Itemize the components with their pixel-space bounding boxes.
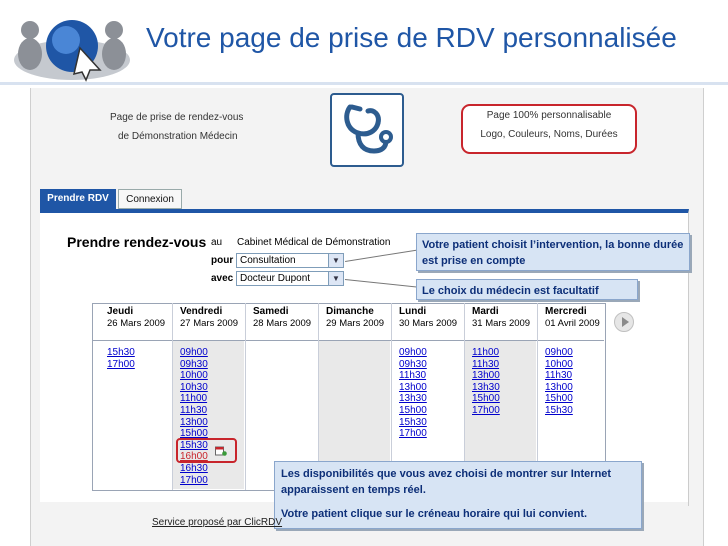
- time-slot[interactable]: 17h00: [180, 475, 208, 487]
- day-name: Jeudi: [107, 306, 134, 317]
- time-slot[interactable]: 10h00: [180, 370, 208, 382]
- service-link[interactable]: Service proposé par ClicRDV: [152, 517, 282, 528]
- time-slot[interactable]: 13h00: [545, 382, 573, 394]
- day-date: 28 Mars 2009: [253, 318, 312, 329]
- doctor-select-value: Docteur Dupont: [240, 273, 311, 284]
- time-slot[interactable]: 13h30: [399, 393, 427, 405]
- cabinet-name: Cabinet Médical de Démonstration: [237, 237, 391, 248]
- time-slot[interactable]: 13h30: [472, 382, 500, 394]
- header-line-1: Page de prise de rendez-vous: [110, 112, 244, 123]
- time-slot[interactable]: 17h00: [399, 428, 427, 440]
- time-slot[interactable]: 11h00: [472, 347, 499, 359]
- day-name: Dimanche: [326, 306, 374, 317]
- tab-connexion[interactable]: Connexion: [118, 189, 182, 209]
- title-divider: [0, 82, 728, 85]
- chevron-down-icon: ▼: [328, 254, 343, 267]
- time-slot[interactable]: 13h00: [472, 370, 500, 382]
- time-slot[interactable]: 15h30: [545, 405, 573, 417]
- pour-label: pour: [211, 255, 234, 266]
- day-name: Mardi: [472, 306, 499, 317]
- clicrdv-logo: [14, 20, 130, 82]
- time-slot[interactable]: 11h30: [545, 370, 572, 382]
- chevron-down-icon: ▼: [328, 272, 343, 285]
- time-slot[interactable]: 15h00: [399, 405, 427, 417]
- time-slot[interactable]: 15h00: [545, 393, 573, 405]
- day-name: Lundi: [399, 306, 427, 317]
- tab-prendre-rdv[interactable]: Prendre RDV: [40, 189, 116, 209]
- time-slot[interactable]: 09h00: [399, 347, 427, 359]
- doctor-callout: Le choix du médecin est facultatif: [416, 279, 638, 300]
- intervention-select[interactable]: Consultation ▼: [236, 253, 344, 268]
- avec-label: avec: [211, 273, 234, 284]
- callout-line-1: Page 100% personnalisable: [486, 110, 612, 121]
- stethoscope-icon: [330, 93, 404, 167]
- time-slot[interactable]: 11h00: [180, 393, 207, 405]
- calendar-add-icon: [215, 446, 227, 456]
- time-slot[interactable]: 09h00: [545, 347, 573, 359]
- time-slot[interactable]: 17h00: [472, 405, 500, 417]
- day-date: 31 Mars 2009: [472, 318, 531, 329]
- booking-title: Prendre rendez-vous: [67, 234, 207, 250]
- time-slot[interactable]: 11h30: [399, 370, 426, 382]
- demo-page-header: Page de prise de rendez-vous de Démonstr…: [110, 108, 243, 146]
- day-header: Mardi 31 Mars 2009: [472, 306, 530, 330]
- au-label: au: [211, 237, 223, 248]
- day-header: Dimanche 29 Mars 2009: [326, 306, 384, 330]
- time-slot[interactable]: 09h00: [180, 347, 208, 359]
- callout-spacer: [281, 498, 635, 506]
- time-slot[interactable]: 17h00: [107, 359, 135, 371]
- play-icon[interactable]: [614, 312, 634, 332]
- intervention-select-value: Consultation: [240, 255, 296, 266]
- availability-callout: Les disponibilités que vous avez choisi …: [274, 461, 642, 529]
- time-slot[interactable]: 15h00: [472, 393, 500, 405]
- time-slot[interactable]: 10h00: [545, 359, 573, 371]
- day-date: 26 Mars 2009: [107, 318, 166, 329]
- callout-line-2: Logo, Couleurs, Noms, Durées: [480, 129, 618, 140]
- time-slot[interactable]: 13h00: [180, 417, 208, 429]
- time-slot[interactable]: 11h30: [472, 359, 499, 371]
- time-slot[interactable]: 15h30: [399, 417, 427, 429]
- day-date: 29 Mars 2009: [326, 318, 385, 329]
- time-slot[interactable]: 13h00: [399, 382, 427, 394]
- column-divider: [172, 303, 173, 490]
- day-date: 01 Avril 2009: [545, 318, 600, 329]
- day-date: 30 Mars 2009: [399, 318, 458, 329]
- day-header: Samedi 28 Mars 2009: [253, 306, 311, 330]
- day-date: 27 Mars 2009: [180, 318, 239, 329]
- header-line-2: de Démonstration Médecin: [118, 131, 238, 142]
- service-text: Service proposé par ClicRDV: [152, 517, 283, 528]
- day-header: Mercredi 01 Avril 2009: [545, 306, 600, 330]
- customizable-page-callout: Page 100% personnalisable Logo, Couleurs…: [461, 104, 637, 154]
- calendar-header-rule: [92, 340, 604, 341]
- availability-callout-line-1: Les disponibilités que vous avez choisi …: [281, 468, 612, 496]
- day-name: Mercredi: [545, 306, 587, 317]
- time-slot[interactable]: 09h30: [180, 359, 208, 371]
- slide-title: Votre page de prise de RDV personnalisée: [146, 22, 677, 53]
- day-header: Vendredi 27 Mars 2009: [180, 306, 238, 330]
- day-header: Jeudi 26 Mars 2009: [107, 306, 165, 330]
- day-name: Vendredi: [180, 306, 223, 317]
- time-slot[interactable]: 16h30: [180, 463, 208, 475]
- time-slot[interactable]: 09h30: [399, 359, 427, 371]
- doctor-select[interactable]: Docteur Dupont ▼: [236, 271, 344, 286]
- availability-callout-line-2: Votre patient clique sur le créneau hora…: [281, 508, 588, 520]
- intervention-callout: Votre patient choisit l’intervention, la…: [416, 233, 690, 271]
- day-name: Samedi: [253, 306, 289, 317]
- time-slot[interactable]: 11h30: [180, 405, 207, 417]
- day-header: Lundi 30 Mars 2009: [399, 306, 457, 330]
- highlighted-slot-frame: [176, 438, 237, 463]
- time-slot[interactable]: 15h30: [107, 347, 135, 359]
- column-divider: [245, 303, 246, 490]
- time-slot[interactable]: 10h30: [180, 382, 208, 394]
